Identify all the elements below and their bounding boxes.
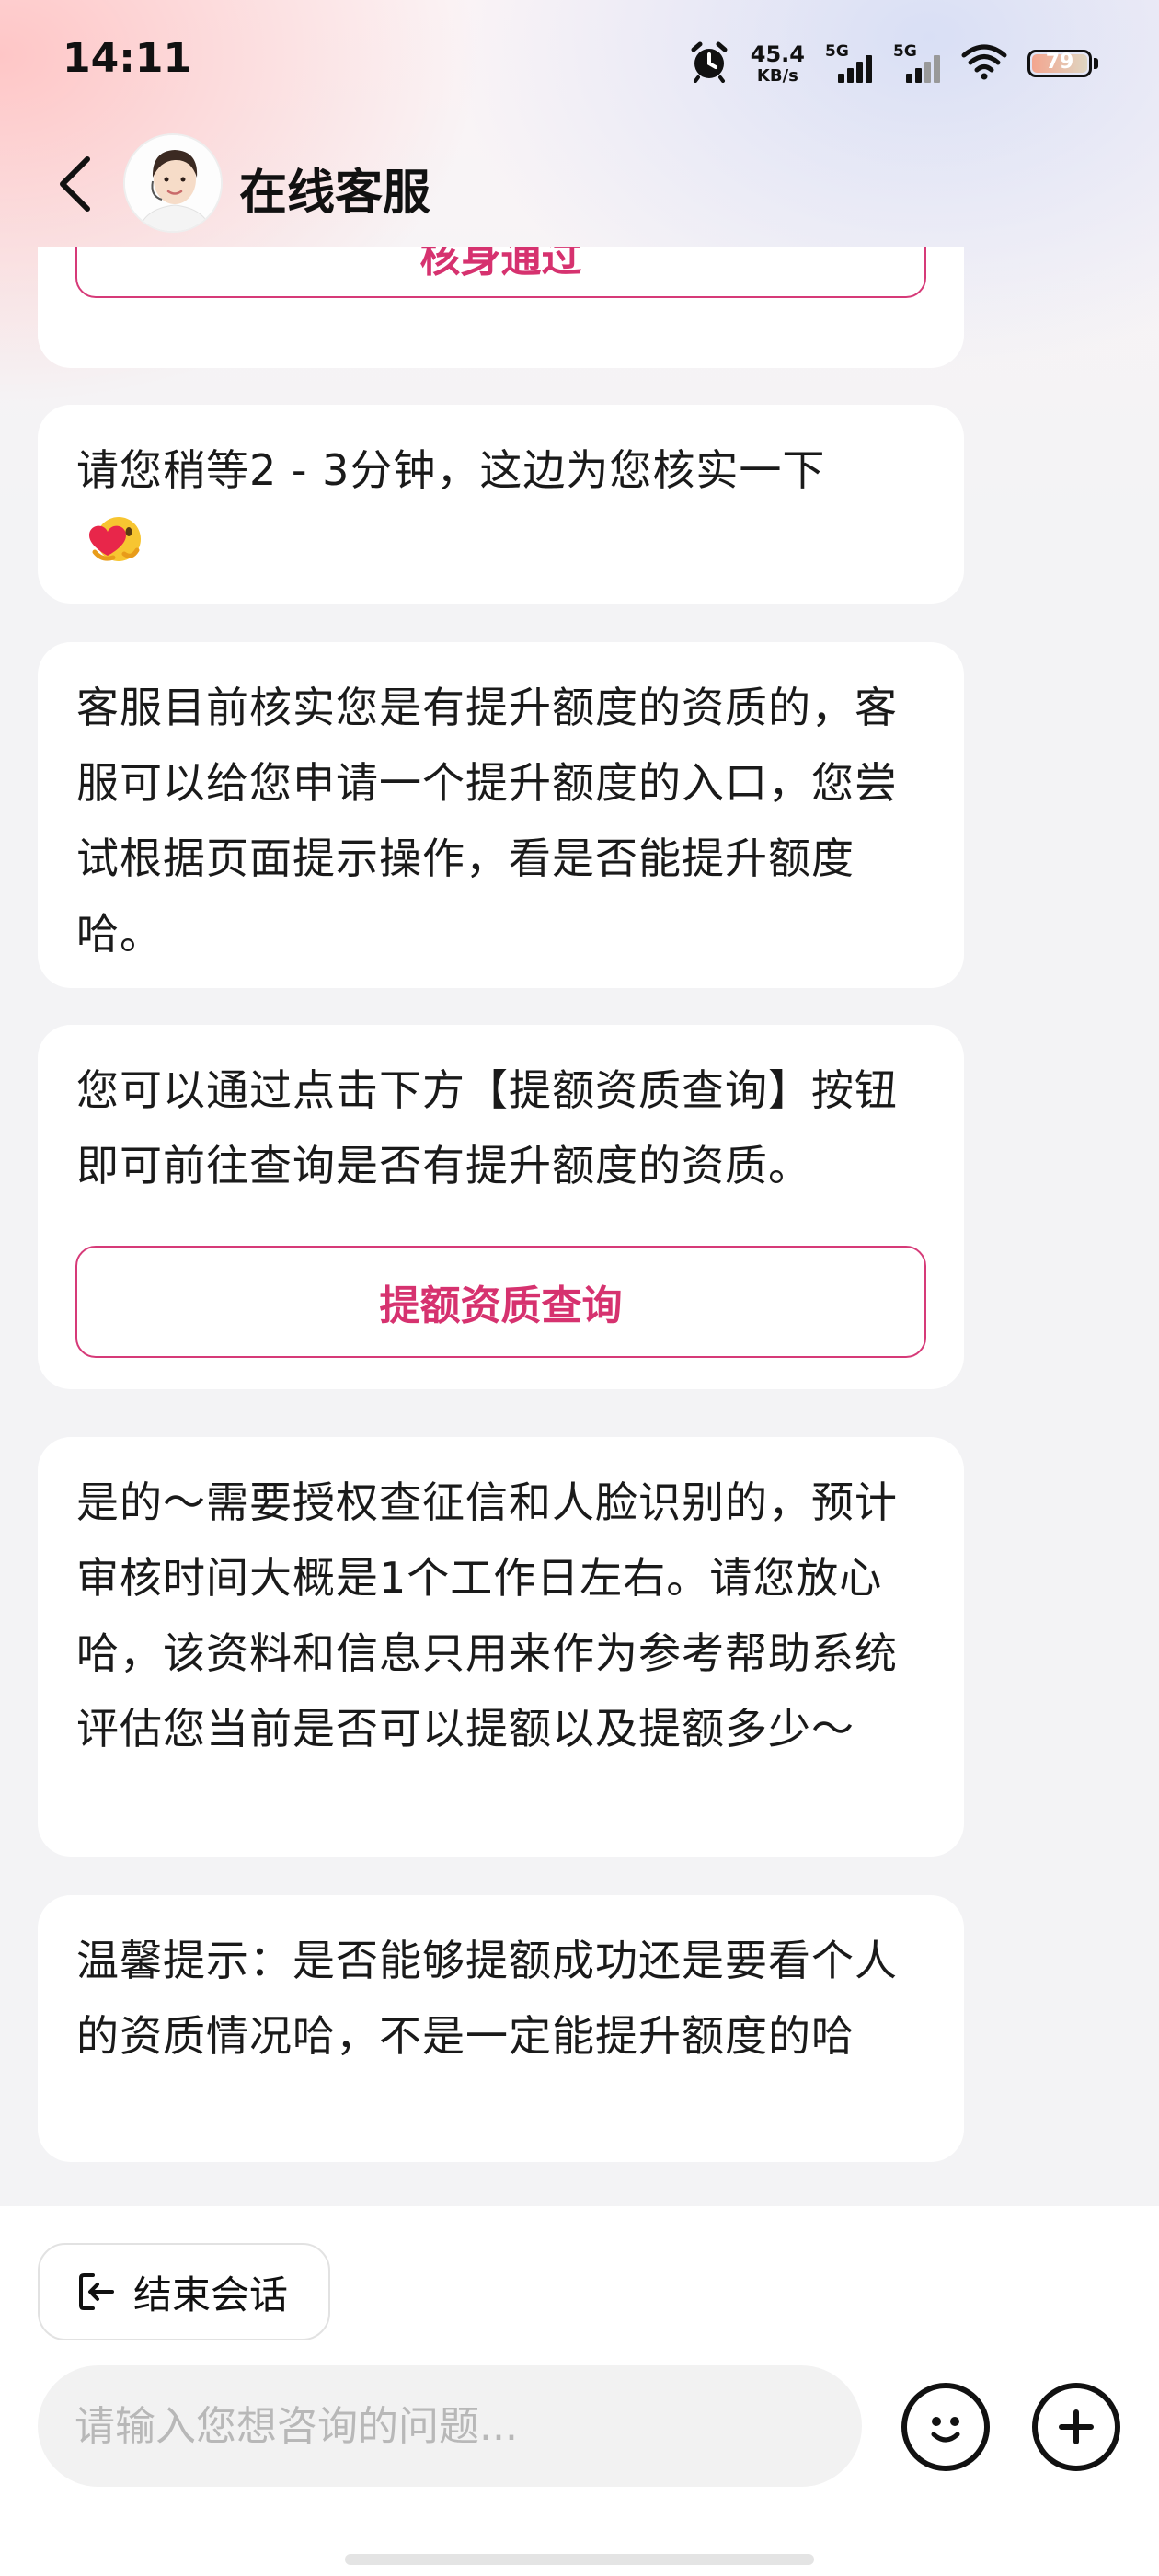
end-chat-label: 结束会话 [133,2271,289,2317]
message-input[interactable] [38,2365,862,2487]
heart-hug-emoji [82,512,146,570]
agent-avatar[interactable] [123,133,223,233]
quota-qualification-query-button[interactable]: 提额资质查询 [75,1246,926,1358]
message-text: 是的～需要授权查征信和人脸识别的，预计审核时间大概是1个工作日左右。请您放心哈，… [76,1478,898,1754]
signal-label: 5G [893,42,917,61]
message-bubble: 是的～需要授权查征信和人脸识别的，预计审核时间大概是1个工作日左右。请您放心哈，… [38,1437,964,1857]
message-bubble: 您可以通过点击下方【提额资质查询】按钮即可前往查询是否有提升额度的资质。 提额资… [38,1025,964,1389]
message-text: 您可以通过点击下方【提额资质查询】按钮即可前往查询是否有提升额度的资质。 [76,1065,898,1190]
wifi-icon [961,43,1007,84]
status-bar: 14:11 45.4 KB/s 5G 5G 79 [0,0,1159,120]
status-time: 14:11 [63,35,192,82]
signal-label: 5G [825,42,849,61]
message-text: 客服目前核实您是有提升额度的资质的，客服可以给您申请一个提升额度的入口，您尝试根… [76,683,898,959]
message-bubble: 温馨提示：是否能够提额成功还是要看个人的资质情况哈，不是一定能提升额度的哈 [38,1895,964,2162]
chat-header: 在线客服 [0,129,1159,239]
chevron-left-icon [60,156,90,212]
message-text: 温馨提示：是否能够提额成功还是要看个人的资质情况哈，不是一定能提升额度的哈 [76,1936,898,2061]
network-speed-value: 45.4 [750,40,805,67]
battery-level: 79 [1045,51,1074,74]
end-chat-button[interactable]: 结束会话 [38,2243,330,2340]
agent-avatar-image [125,135,221,231]
signal-icon: 5G [825,42,873,85]
network-speed-unit: KB/s [756,65,798,86]
chat-list[interactable]: 核身通过 请您稍等2 - 3分钟，这边为您核实一下 客服目前核实您是有提升额度的… [0,247,1159,2206]
emoji-button[interactable] [901,2383,990,2471]
home-indicator[interactable] [345,2554,814,2565]
page-title: 在线客服 [239,166,431,221]
message-bubble: 请您稍等2 - 3分钟，这边为您核实一下 [38,405,964,604]
message-bubble: 核身通过 [38,247,964,368]
exit-icon [79,2273,114,2310]
plus-icon [1059,2409,1094,2444]
message-bubble: 客服目前核实您是有提升额度的资质的，客服可以给您申请一个提升额度的入口，您尝试根… [38,642,964,988]
back-button[interactable] [42,147,107,221]
smiley-icon [931,2417,960,2443]
signal-icon: 5G [893,42,941,85]
bottom-bar: 结束会话 [0,2206,1159,2576]
verify-passed-button[interactable]: 核身通过 [75,247,926,298]
alarm-icon [688,40,730,86]
more-actions-button[interactable] [1032,2383,1120,2471]
network-speed: 45.4 KB/s [751,43,805,85]
message-text: 请您稍等2 - 3分钟，这边为您核实一下 [76,445,826,495]
battery-icon: 79 [1027,50,1098,77]
status-icons: 45.4 KB/s 5G 5G 79 [688,31,1098,96]
